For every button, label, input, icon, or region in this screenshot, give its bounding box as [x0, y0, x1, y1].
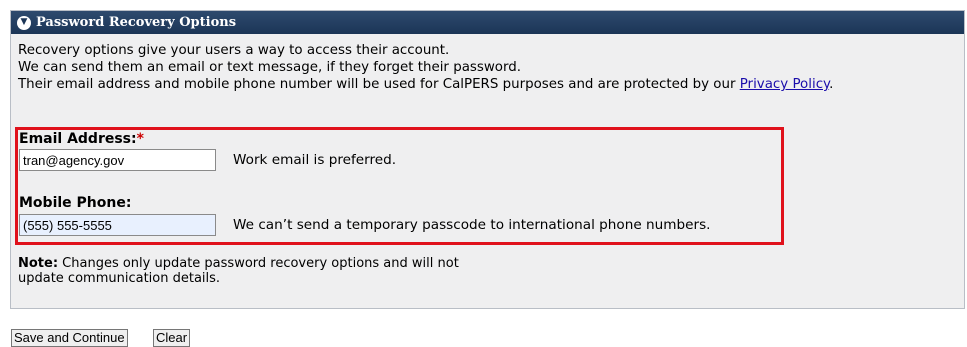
intro-line-1: Recovery options give your users a way t…	[18, 43, 450, 58]
email-field[interactable]	[19, 149, 216, 171]
panel-title: Password Recovery Options	[36, 15, 237, 30]
clear-button[interactable]: Clear	[153, 329, 191, 347]
note-label: Note:	[18, 256, 59, 271]
note-text: Note: Changes only update password recov…	[18, 256, 459, 286]
email-help-text: Work email is preferred.	[233, 152, 397, 168]
note-line-1: Note: Changes only update password recov…	[18, 256, 459, 271]
intro-text: Recovery options give your users a way t…	[18, 42, 833, 93]
phone-help-text: We can’t send a temporary passcode to in…	[233, 217, 711, 233]
note-line-1-text: Changes only update password recovery op…	[58, 256, 459, 271]
note-line-2: update communication details.	[18, 271, 221, 286]
intro-line-3: Their email address and mobile phone num…	[18, 76, 833, 93]
email-label-text: Email Address:	[19, 131, 137, 147]
intro-line-2: We can send them an email or text messag…	[18, 60, 522, 75]
privacy-policy-link[interactable]: Privacy Policy	[740, 77, 829, 92]
email-label: Email Address:*	[19, 131, 144, 147]
intro-period: .	[829, 77, 834, 92]
password-recovery-panel: ▼ Password Recovery Options Recovery opt…	[10, 10, 965, 309]
mobile-phone-label: Mobile Phone:	[19, 195, 132, 211]
save-and-continue-button[interactable]: Save and Continue	[11, 329, 128, 347]
required-asterisk: *	[136, 131, 144, 147]
panel-header[interactable]: ▼ Password Recovery Options	[11, 11, 964, 34]
intro-line-3-text: Their email address and mobile phone num…	[18, 77, 740, 92]
collapse-chevron-icon[interactable]: ▼	[17, 15, 31, 30]
mobile-phone-field[interactable]	[19, 214, 216, 236]
